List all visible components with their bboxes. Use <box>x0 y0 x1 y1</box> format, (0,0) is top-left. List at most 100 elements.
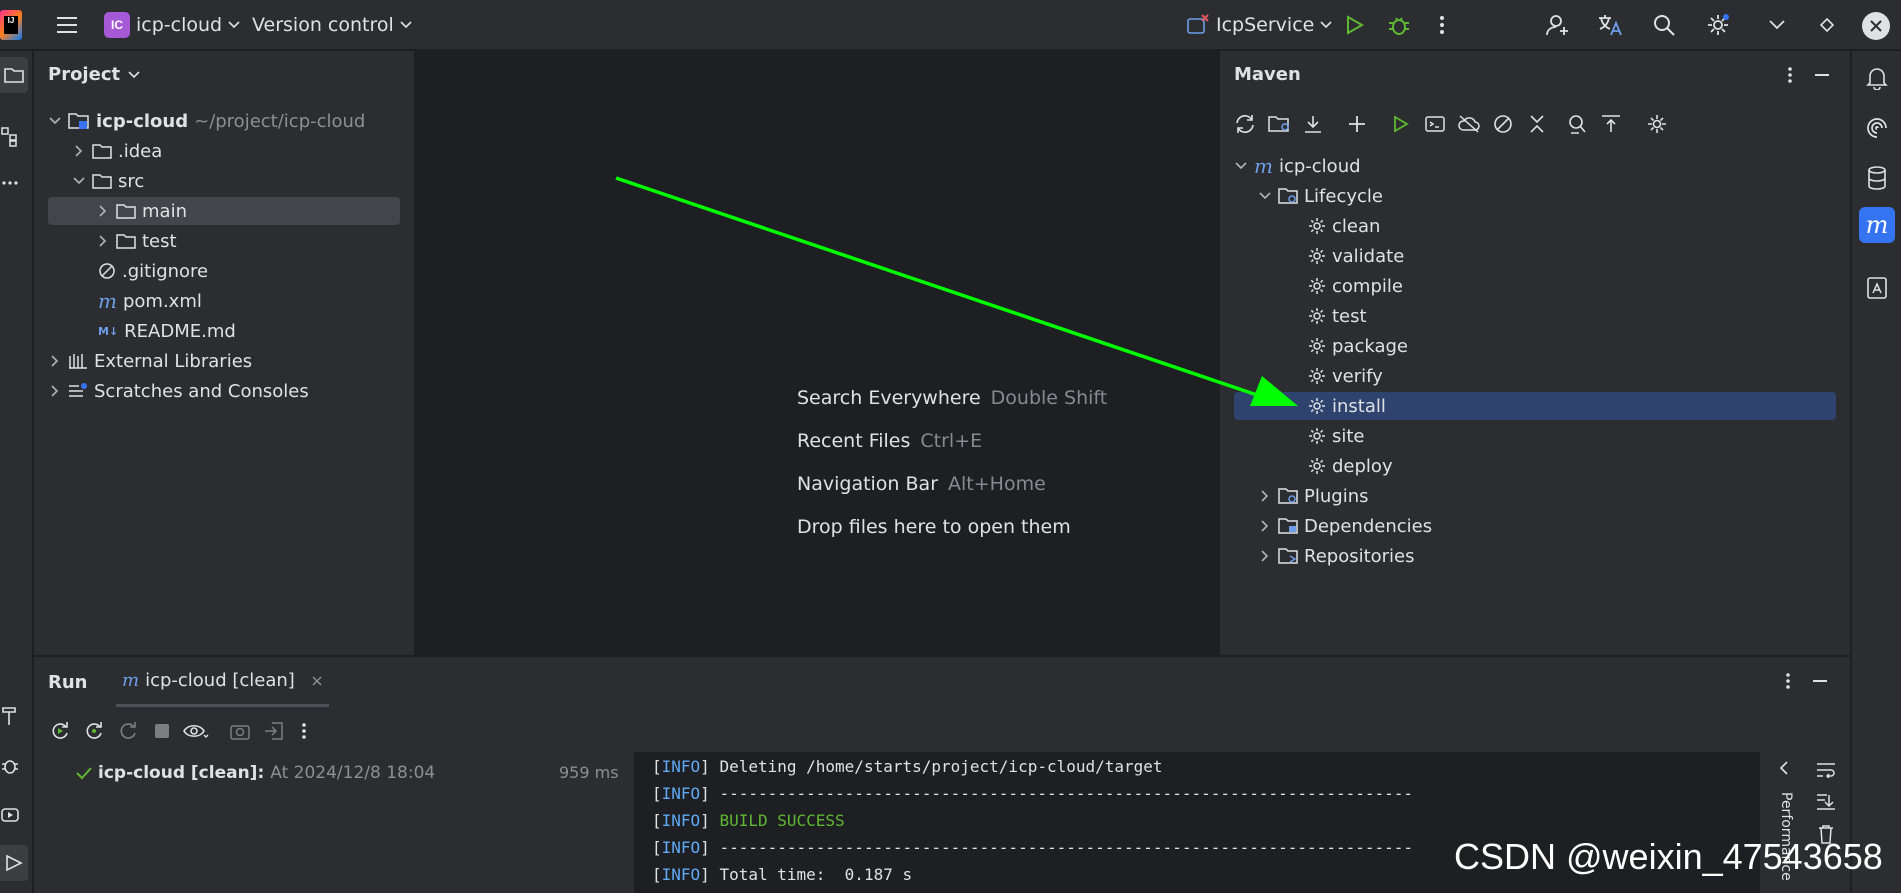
structure-icon[interactable] <box>0 123 20 151</box>
tree-label: Repositories <box>1304 545 1415 567</box>
debug-tool-icon[interactable] <box>0 751 20 779</box>
bookmarks-icon[interactable] <box>1863 273 1891 303</box>
tree-node-src[interactable]: src <box>72 167 144 195</box>
debug-icon[interactable] <box>1386 12 1412 38</box>
camera-icon[interactable] <box>228 719 252 743</box>
add-icon[interactable] <box>1344 111 1370 137</box>
rerun-icon[interactable] <box>48 719 72 743</box>
tree-label: .idea <box>118 140 163 162</box>
maven-phase-deploy[interactable]: deploy <box>1308 452 1393 480</box>
add-user-icon[interactable] <box>1544 12 1572 38</box>
maven-phase-install[interactable]: install <box>1234 392 1836 420</box>
database-icon[interactable] <box>1863 163 1891 193</box>
more-actions-icon[interactable] <box>296 719 312 743</box>
maven-m-icon: m <box>98 289 117 313</box>
more-tools-icon[interactable] <box>0 173 20 193</box>
maven-phase-validate[interactable]: validate <box>1308 242 1404 270</box>
folder-icon <box>92 144 112 159</box>
chevron-right-icon[interactable] <box>1258 519 1272 533</box>
minimize-icon[interactable] <box>1810 669 1830 693</box>
maven-settings-icon[interactable] <box>1644 111 1670 137</box>
search-icon[interactable] <box>1650 12 1678 38</box>
maven-phase-compile[interactable]: compile <box>1308 272 1403 300</box>
tree-label: External Libraries <box>94 350 253 372</box>
tree-node-scratches[interactable]: Scratches and Consoles <box>48 377 309 405</box>
chevron-down-icon <box>1320 21 1332 29</box>
run-result-row[interactable]: icp-cloud [clean]: At 2024/12/8 18:04 <box>76 759 435 787</box>
build-hammer-icon[interactable] <box>0 701 20 729</box>
notifications-bell-icon[interactable] <box>1863 63 1891 93</box>
stop-icon[interactable] <box>150 719 174 743</box>
close-window-icon[interactable] <box>1862 12 1890 40</box>
rerun-failed-icon[interactable] <box>82 719 106 743</box>
show-output-eye-icon[interactable] <box>182 719 210 743</box>
translate-icon[interactable] <box>1596 12 1624 38</box>
run-tool-icon[interactable] <box>0 845 28 881</box>
tree-node-icp-cloud[interactable]: icp-cloud ~/project/icp-cloud <box>48 107 365 135</box>
phase-label: install <box>1332 395 1386 417</box>
reload-icon[interactable] <box>1232 111 1258 137</box>
chevron-down-icon[interactable] <box>72 174 86 188</box>
tree-node-idea[interactable]: .idea <box>72 137 162 165</box>
project-switcher[interactable]: IC icp-cloud <box>104 0 240 50</box>
ai-assistant-icon[interactable] <box>1863 113 1891 143</box>
run-tab-icp-cloud-clean[interactable]: m icp-cloud [clean] <box>116 657 329 707</box>
run-result-name: icp-cloud [clean]: <box>98 763 265 783</box>
vcs-menu[interactable]: Version control <box>252 0 412 50</box>
soft-wrap-icon[interactable] <box>1814 760 1838 780</box>
tree-node-pom[interactable]: m pom.xml <box>98 287 202 315</box>
execute-goal-icon[interactable] <box>1422 111 1448 137</box>
analyze-dependencies-icon[interactable] <box>1564 111 1590 137</box>
close-tab-icon[interactable] <box>311 675 323 687</box>
intellij-logo-icon[interactable]: IJ <box>0 10 22 40</box>
skip-tests-icon[interactable] <box>1490 111 1516 137</box>
offline-mode-icon[interactable] <box>1456 111 1482 137</box>
ignore-file-icon <box>99 263 115 279</box>
console-line: [INFO] BUILD SUCCESS <box>652 811 845 830</box>
maven-dependencies-node[interactable]: Dependencies <box>1258 512 1432 540</box>
run-maven-build-icon[interactable] <box>1388 111 1414 137</box>
show-diagram-icon[interactable] <box>1598 111 1624 137</box>
tree-node-readme[interactable]: M↓ README.md <box>98 317 236 345</box>
tree-node-external-libraries[interactable]: External Libraries <box>48 347 252 375</box>
more-options-icon[interactable] <box>1780 63 1800 87</box>
collapse-all-icon[interactable] <box>1524 111 1550 137</box>
minimize-icon[interactable] <box>1812 63 1832 87</box>
maven-plugins-node[interactable]: Plugins <box>1258 482 1368 510</box>
chevron-right-icon[interactable] <box>1258 489 1272 503</box>
chevron-down-icon[interactable] <box>48 114 62 128</box>
project-panel-title[interactable]: Project <box>48 64 140 85</box>
tree-node-main[interactable]: main <box>48 197 400 225</box>
run-config-error-icon <box>1187 14 1209 34</box>
chevron-right-icon[interactable] <box>96 204 110 218</box>
chevron-right-icon[interactable] <box>1258 549 1272 563</box>
chevron-right-icon[interactable] <box>48 384 62 398</box>
maven-repositories-node[interactable]: Repositories <box>1258 542 1415 570</box>
run-icon[interactable] <box>1342 12 1368 38</box>
diamond-icon[interactable] <box>1814 12 1840 38</box>
chevron-left-icon[interactable] <box>1774 758 1794 778</box>
tree-node-gitignore[interactable]: .gitignore <box>98 257 208 285</box>
scroll-to-end-icon[interactable] <box>1814 792 1838 812</box>
tree-label: Plugins <box>1304 485 1369 507</box>
maven-phase-package[interactable]: package <box>1308 332 1408 360</box>
project-tool-folder-icon[interactable] <box>0 57 28 93</box>
more-options-icon[interactable] <box>1778 669 1798 693</box>
services-icon[interactable] <box>0 801 20 829</box>
chevron-right-icon[interactable] <box>96 234 110 248</box>
maven-phase-site[interactable]: site <box>1308 422 1365 450</box>
download-icon[interactable] <box>1300 111 1326 137</box>
chevron-right-icon[interactable] <box>72 144 86 158</box>
import-icon[interactable] <box>262 719 286 743</box>
chevron-down-icon[interactable] <box>1764 12 1790 38</box>
rerun-disabled-icon[interactable] <box>116 719 140 743</box>
maven-tool-icon[interactable]: m <box>1859 207 1895 243</box>
chevron-right-icon[interactable] <box>48 354 62 368</box>
run-result-time: At 2024/12/8 18:04 <box>270 763 436 783</box>
more-actions-icon[interactable] <box>1432 12 1452 38</box>
tree-node-test[interactable]: test <box>96 227 177 255</box>
main-menu-icon[interactable] <box>52 10 82 40</box>
run-config-selector[interactable]: IcpService <box>1186 0 1332 50</box>
add-folder-icon[interactable] <box>1266 111 1292 137</box>
settings-gear-icon[interactable] <box>1704 12 1732 38</box>
